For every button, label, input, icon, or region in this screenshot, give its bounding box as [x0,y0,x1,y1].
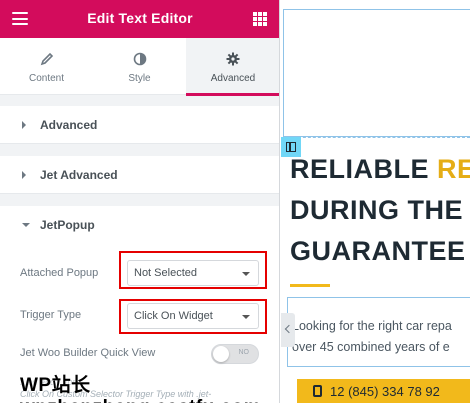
section-jet-advanced-title: Jet Advanced [40,168,118,182]
editor-panel: Edit Text Editor Content Style Advanced … [0,0,280,403]
section-advanced[interactable]: Advanced [0,106,279,144]
tab-style[interactable]: Style [93,38,186,95]
caret-right-icon [22,171,26,179]
preview-paragraph[interactable]: Looking for the right car repa over 45 c… [292,316,470,358]
page-preview: RELIABLE RE DURING THE GUARANTEE Looking… [281,0,470,403]
heading-line3: GUARANTEE [290,236,466,266]
panel-header: Edit Text Editor [0,0,279,38]
para-line1: Looking for the right car repa [292,319,452,333]
toggle-knob [213,346,229,362]
pencil-icon [40,52,53,66]
caret-right-icon [22,121,26,129]
watermark-text: WP站长 wpzhanzhang.eastfu.com [20,375,261,403]
half-circle-icon [133,52,146,66]
tab-advanced[interactable]: Advanced [186,38,279,96]
tab-content[interactable]: Content [0,38,93,95]
trigger-type-label: Trigger Type [20,309,82,321]
heading-line1: RELIABLE [290,154,438,184]
section-jet-advanced[interactable]: Jet Advanced [0,156,279,194]
heading-line1-highlight: RE [437,154,470,184]
gear-icon [226,52,240,66]
toggle-text: NO [238,349,250,356]
collapse-panel-chevron-icon[interactable] [281,313,295,347]
tab-style-label: Style [128,73,151,84]
tab-content-label: Content [28,73,65,84]
heading-line2: DURING THE [290,195,463,225]
section-jetpopup[interactable]: JetPopup [0,206,279,244]
preview-section-outline [283,9,470,137]
panel-tabs: Content Style Advanced [0,38,279,96]
woo-quick-view-toggle[interactable]: NO [211,344,259,364]
heading-underline [290,284,330,287]
woo-quick-view-label: Jet Woo Builder Quick View [20,347,156,359]
highlight-box-attached-popup [119,251,267,289]
highlight-box-trigger-type [119,299,267,334]
attached-popup-label: Attached Popup [20,267,99,279]
phone-bar[interactable]: 12 (845) 334 78 92 [297,379,470,403]
section-advanced-title: Advanced [40,118,98,132]
phone-icon [313,385,322,397]
phone-number: 12 (845) 334 78 92 [330,384,440,399]
widgets-grid-icon[interactable] [253,12,267,26]
section-jetpopup-title: JetPopup [40,218,95,232]
panel-title: Edit Text Editor [87,10,193,26]
tab-advanced-label: Advanced [210,73,256,84]
para-line2: over 45 combined years of e [292,340,450,354]
preview-heading[interactable]: RELIABLE RE DURING THE GUARANTEE [290,149,470,272]
caret-down-icon [22,223,30,227]
